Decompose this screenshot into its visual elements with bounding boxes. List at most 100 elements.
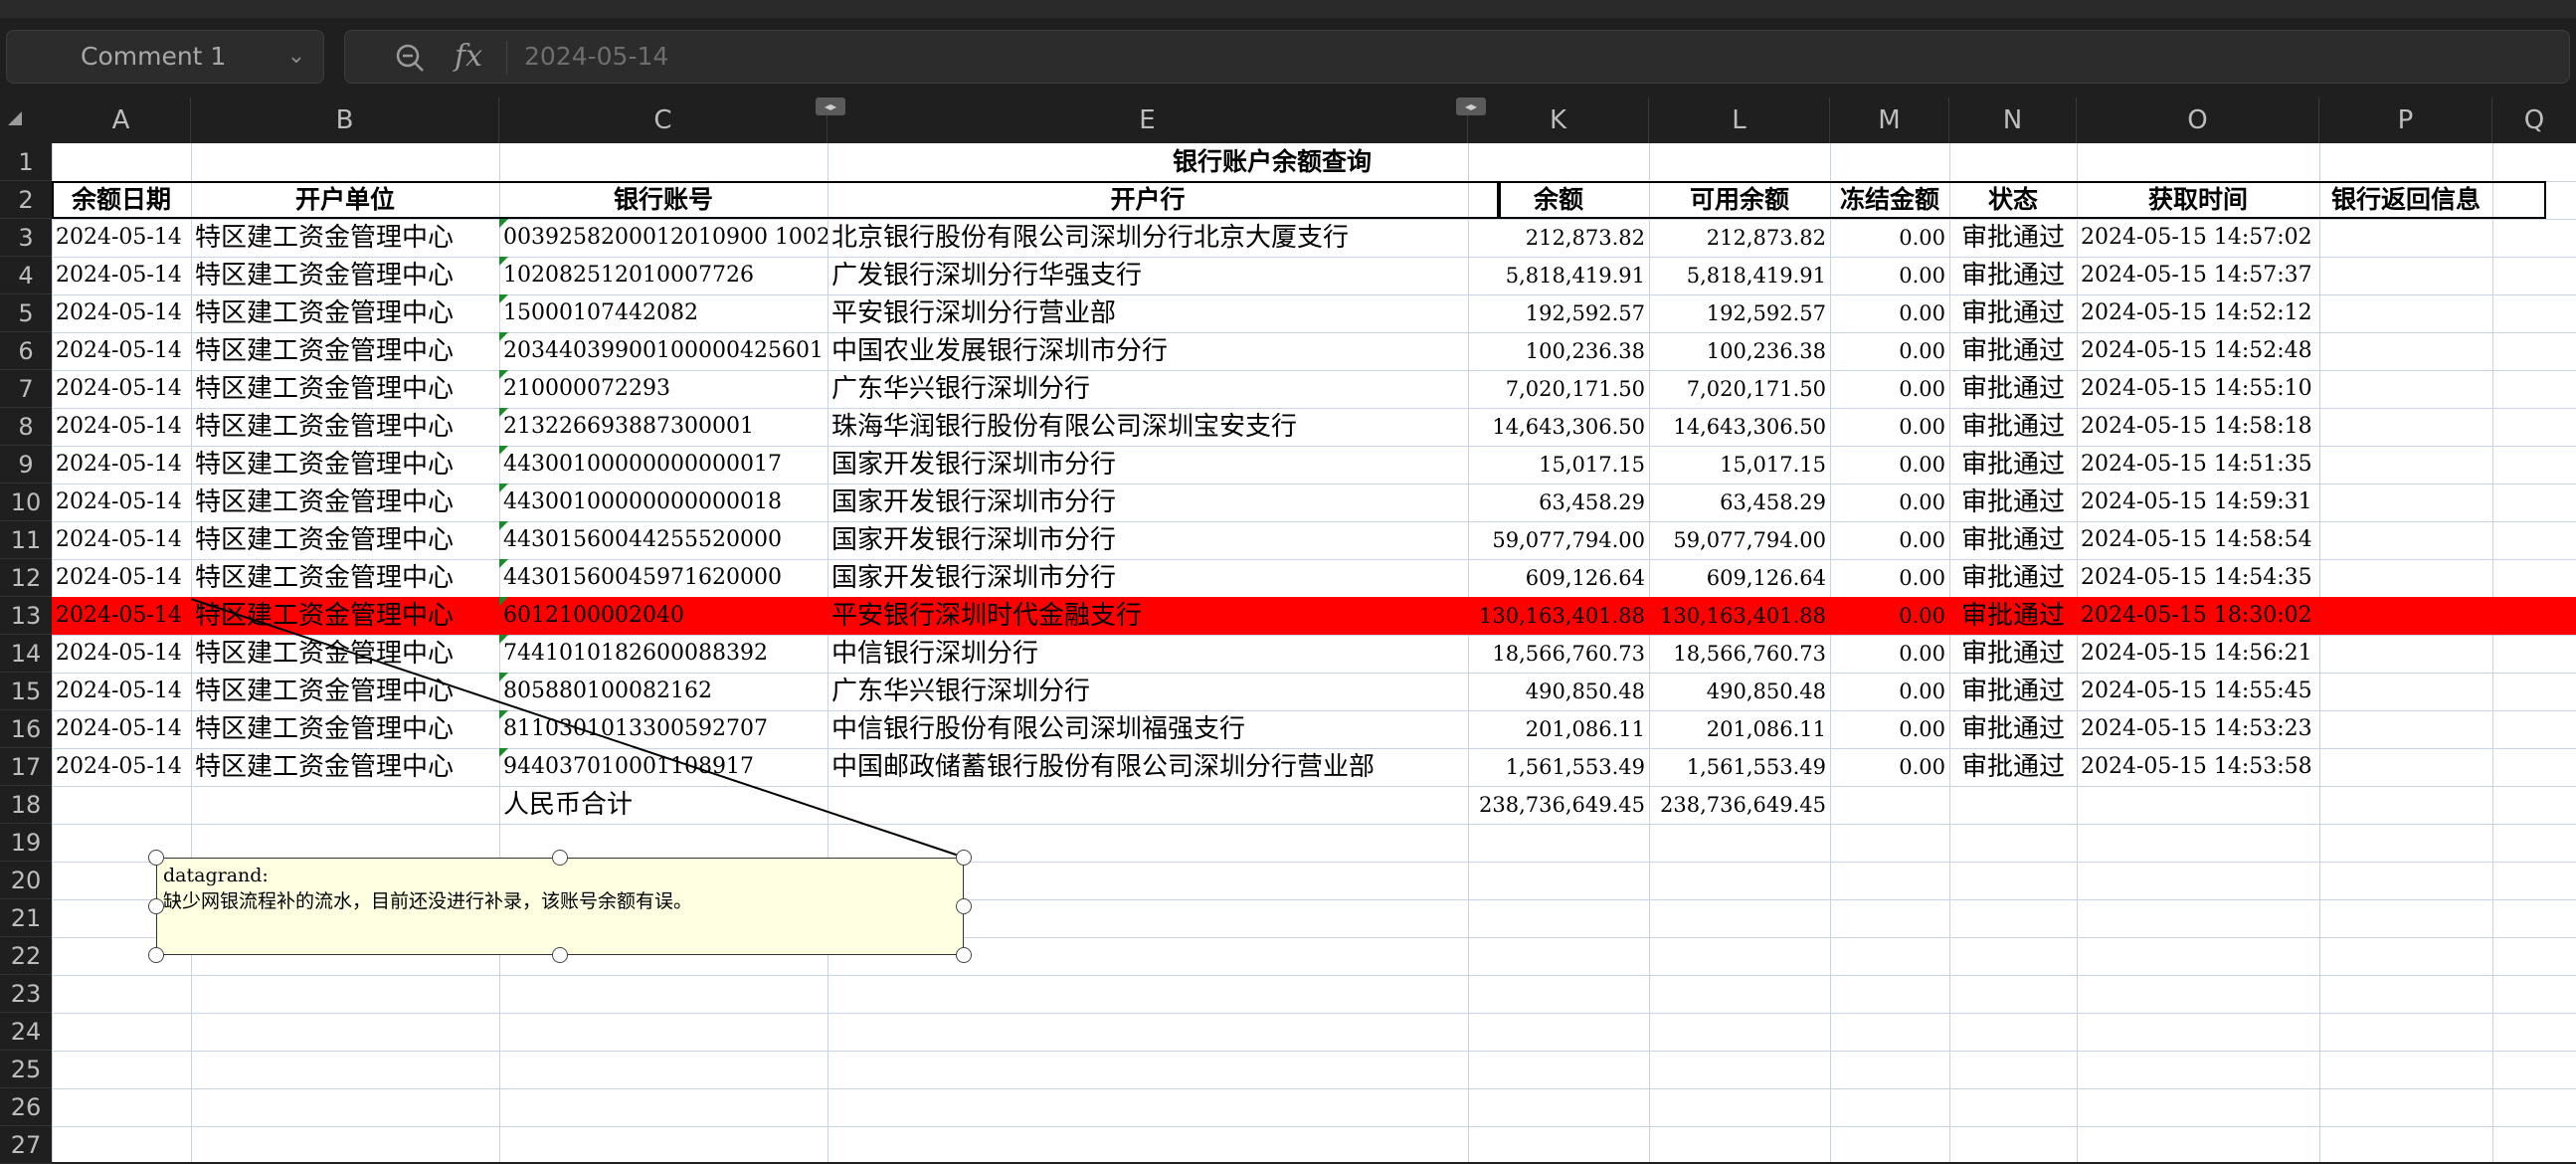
table-cell[interactable]: 2024-05-15 14:51:35 — [2077, 446, 2319, 484]
table-cell[interactable]: 2024-05-15 18:30:02 — [2077, 597, 2319, 635]
table-cell[interactable]: 审批通过 — [1949, 559, 2077, 597]
table-title[interactable]: 银行账户余额查询 — [52, 143, 2492, 181]
table-cell[interactable]: 0.00 — [1830, 521, 1949, 559]
table-cell[interactable]: 2024-05-15 14:57:37 — [2077, 257, 2319, 294]
row-header[interactable]: 12 — [0, 559, 52, 597]
column-header-l[interactable]: L — [1649, 97, 1830, 143]
table-cell[interactable]: 2024-05-15 14:53:23 — [2077, 710, 2319, 748]
row-header[interactable]: 25 — [0, 1051, 52, 1088]
table-cell[interactable]: 国家开发银行深圳市分行 — [828, 484, 1468, 521]
resize-handle[interactable] — [956, 947, 972, 963]
table-cell[interactable]: 特区建工资金管理中心 — [191, 597, 499, 635]
table-cell[interactable]: 2024-05-14 — [52, 521, 191, 559]
table-cell[interactable]: 特区建工资金管理中心 — [191, 257, 499, 294]
column-header-m[interactable]: M — [1830, 97, 1949, 143]
resize-handle[interactable] — [148, 850, 164, 866]
row-header[interactable]: 21 — [0, 899, 52, 937]
column-header-n[interactable]: N — [1949, 97, 2077, 143]
table-cell[interactable]: 2024-05-15 14:54:35 — [2077, 559, 2319, 597]
resize-handle[interactable] — [552, 850, 568, 866]
table-cell[interactable]: 2024-05-14 — [52, 710, 191, 748]
table-cell[interactable]: 0039258200012010900 1002 — [499, 219, 828, 257]
table-cell[interactable]: 490,850.48 — [1649, 673, 1830, 710]
table-cell[interactable]: 2024-05-15 14:52:48 — [2077, 332, 2319, 370]
row-header[interactable]: 24 — [0, 1013, 52, 1051]
column-header-p[interactable]: P — [2319, 97, 2492, 143]
table-cell[interactable]: 国家开发银行深圳市分行 — [828, 559, 1468, 597]
row-header[interactable]: 19 — [0, 824, 52, 862]
table-cell[interactable]: 130,163,401.88 — [1649, 597, 1830, 635]
row-header[interactable]: 27 — [0, 1126, 52, 1164]
row-header[interactable]: 1 — [0, 143, 52, 181]
column-title[interactable]: 余额日期 — [52, 181, 191, 219]
table-cell[interactable]: 特区建工资金管理中心 — [191, 370, 499, 408]
table-cell[interactable]: 7441010182600088392 — [499, 635, 828, 673]
total-label[interactable]: 人民币合计 — [499, 786, 828, 824]
table-cell[interactable]: 2024-05-14 — [52, 294, 191, 332]
table-cell[interactable]: 审批通过 — [1949, 521, 2077, 559]
table-cell[interactable]: 44300100000000000018 — [499, 484, 828, 521]
table-cell[interactable]: 8110301013300592707 — [499, 710, 828, 748]
row-header[interactable]: 22 — [0, 937, 52, 975]
row-header[interactable]: 15 — [0, 673, 52, 710]
table-cell[interactable]: 广发银行深圳分行华强支行 — [828, 257, 1468, 294]
table-cell[interactable]: 审批通过 — [1949, 332, 2077, 370]
table-cell[interactable]: 192,592.57 — [1468, 294, 1649, 332]
comment-box[interactable]: datagrand: 缺少网银流程补的流水，目前还没进行补录，该账号余额有误。 — [156, 858, 964, 955]
table-cell[interactable]: 1,561,553.49 — [1649, 748, 1830, 786]
table-cell[interactable]: 2024-05-14 — [52, 673, 191, 710]
table-cell[interactable]: 特区建工资金管理中心 — [191, 635, 499, 673]
column-title[interactable]: 开户行 — [828, 181, 1468, 219]
table-cell[interactable]: 特区建工资金管理中心 — [191, 710, 499, 748]
table-cell[interactable]: 2024-05-14 — [52, 484, 191, 521]
table-cell[interactable]: 15,017.15 — [1468, 446, 1649, 484]
total-balance[interactable]: 238,736,649.45 — [1468, 786, 1649, 824]
formula-bar[interactable]: fx 2024-05-14 — [344, 30, 2570, 84]
table-cell[interactable]: 国家开发银行深圳市分行 — [828, 446, 1468, 484]
select-all-corner[interactable] — [0, 97, 52, 143]
column-title[interactable]: 可用余额 — [1649, 181, 1830, 219]
table-cell[interactable]: 中信银行深圳分行 — [828, 635, 1468, 673]
column-header-b[interactable]: B — [191, 97, 499, 143]
table-cell[interactable]: 805880100082162 — [499, 673, 828, 710]
table-cell[interactable]: 0.00 — [1830, 294, 1949, 332]
table-cell[interactable]: 490,850.48 — [1468, 673, 1649, 710]
table-cell[interactable]: 2024-05-15 14:58:18 — [2077, 408, 2319, 446]
table-cell[interactable]: 0.00 — [1830, 370, 1949, 408]
resize-handle[interactable] — [956, 898, 972, 914]
table-cell[interactable]: 审批通过 — [1949, 673, 2077, 710]
formula-input[interactable]: 2024-05-14 — [524, 31, 668, 83]
column-title[interactable]: 银行账号 — [499, 181, 828, 219]
table-cell[interactable]: 特区建工资金管理中心 — [191, 484, 499, 521]
table-cell[interactable]: 特区建工资金管理中心 — [191, 219, 499, 257]
resize-handle[interactable] — [148, 947, 164, 963]
table-cell[interactable]: 0.00 — [1830, 446, 1949, 484]
resize-handle[interactable] — [552, 947, 568, 963]
table-cell[interactable]: 审批通过 — [1949, 294, 2077, 332]
table-cell[interactable]: 6012100002040 — [499, 597, 828, 635]
zoom-out-icon[interactable] — [393, 41, 427, 75]
table-cell[interactable]: 2024-05-15 14:55:45 — [2077, 673, 2319, 710]
table-cell[interactable]: 特区建工资金管理中心 — [191, 673, 499, 710]
table-cell[interactable]: 中国农业发展银行深圳市分行 — [828, 332, 1468, 370]
table-cell[interactable]: 特区建工资金管理中心 — [191, 521, 499, 559]
column-title[interactable]: 冻结金额 — [1830, 181, 1949, 219]
column-header-o[interactable]: O — [2077, 97, 2319, 143]
table-cell[interactable]: 5,818,419.91 — [1468, 257, 1649, 294]
table-cell[interactable]: 2024-05-15 14:58:54 — [2077, 521, 2319, 559]
table-cell[interactable]: 213226693887300001 — [499, 408, 828, 446]
row-header[interactable]: 11 — [0, 521, 52, 559]
table-cell[interactable]: 20344039900100000425601 — [499, 332, 828, 370]
table-cell[interactable]: 192,592.57 — [1649, 294, 1830, 332]
table-cell[interactable]: 0.00 — [1830, 673, 1949, 710]
hidden-columns-marker-d[interactable]: ◂▸ — [816, 97, 845, 115]
table-cell[interactable]: 7,020,171.50 — [1468, 370, 1649, 408]
table-cell[interactable]: 0.00 — [1830, 484, 1949, 521]
function-icon[interactable]: fx — [455, 35, 482, 79]
table-cell[interactable]: 59,077,794.00 — [1649, 521, 1830, 559]
table-cell[interactable]: 2024-05-14 — [52, 559, 191, 597]
table-cell[interactable]: 212,873.82 — [1468, 219, 1649, 257]
row-header[interactable]: 13 — [0, 597, 52, 635]
column-header-e[interactable]: E — [828, 97, 1468, 143]
table-cell[interactable]: 审批通过 — [1949, 635, 2077, 673]
